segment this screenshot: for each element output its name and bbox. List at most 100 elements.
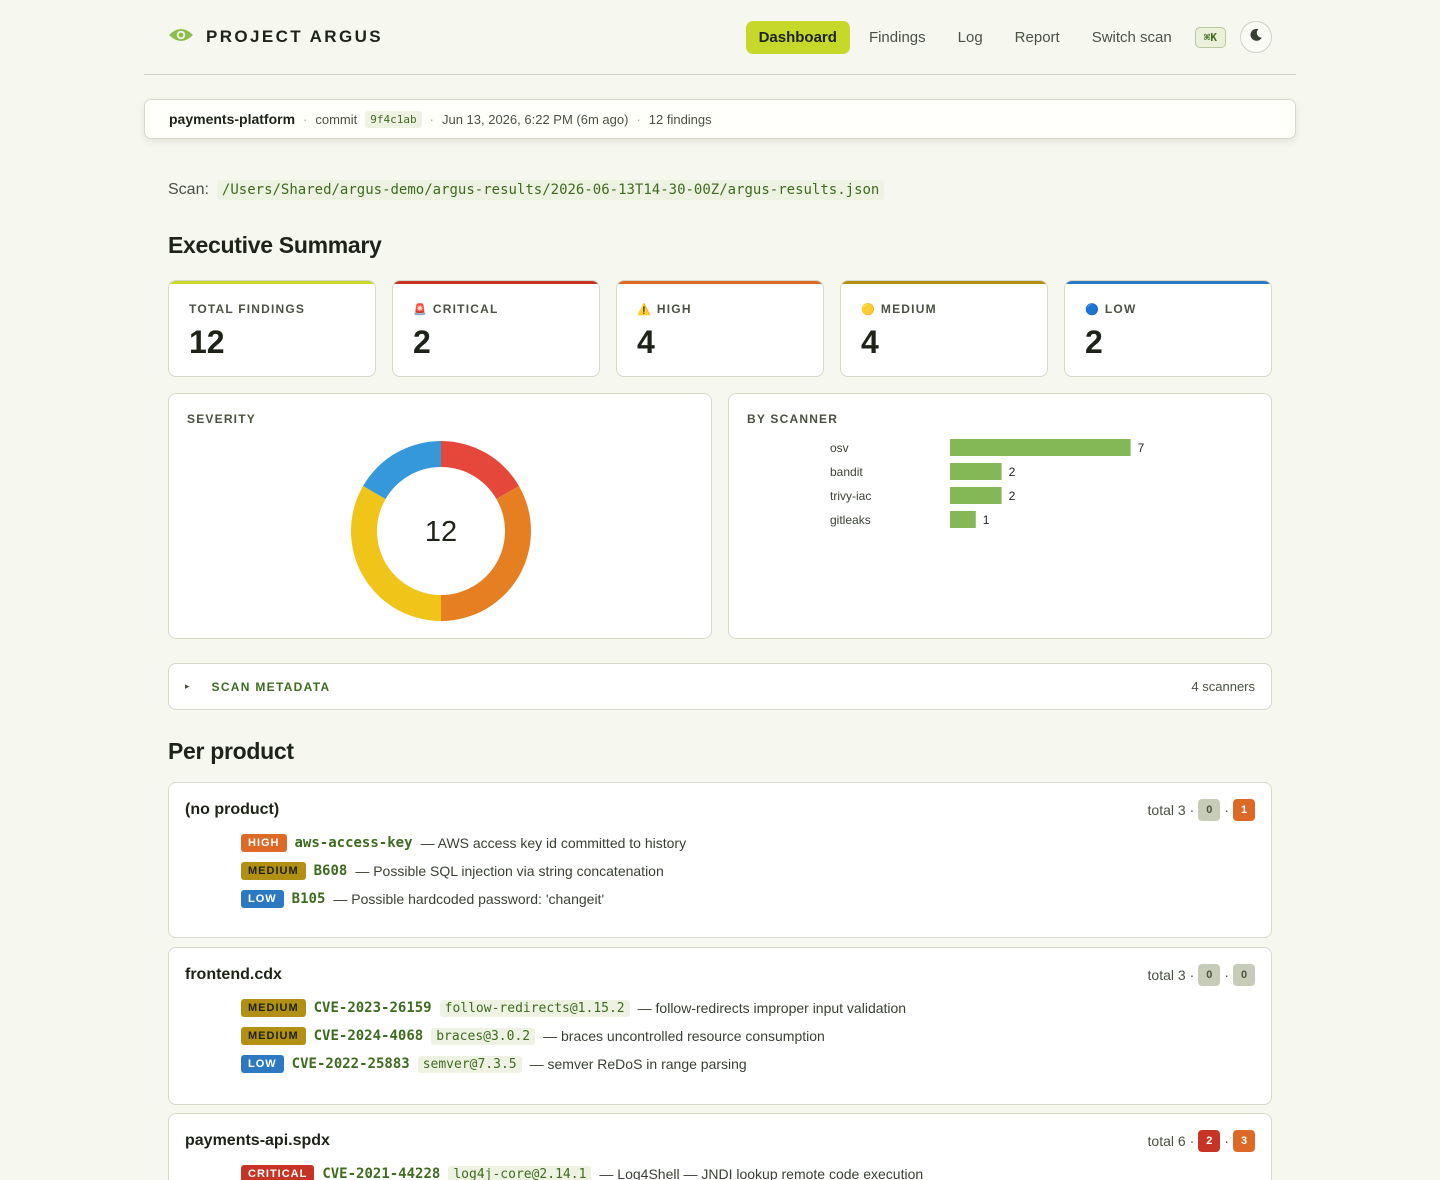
commit-label: commit — [315, 111, 358, 127]
nav-dashboard[interactable]: Dashboard — [745, 20, 850, 54]
donut-slice-high — [441, 486, 531, 621]
finding-row[interactable]: MEDIUM CVE-2023-26159 follow-redirects@1… — [241, 998, 1255, 1018]
bar-label-trivy-iac: trivy-iac — [830, 489, 871, 503]
bar-label-osv: osv — [830, 441, 849, 455]
scan-metadata-toggle[interactable]: ▸ SCAN METADATA 4 scanners — [168, 663, 1272, 710]
product-totals: total 3 · 0 · 1 — [1148, 799, 1255, 821]
stat-label: TOTAL FINDINGS — [189, 302, 306, 316]
stat-label: MEDIUM — [880, 302, 937, 316]
finding-row[interactable]: CRITICAL CVE-2021-44228 log4j-core@2.14.… — [241, 1164, 1255, 1180]
card-accent — [841, 281, 1047, 284]
severity-badge: MEDIUM — [241, 862, 306, 880]
finding-row[interactable]: MEDIUM B608 — Possible SQL injection via… — [241, 861, 1255, 881]
executive-summary-heading: Executive Summary — [168, 232, 382, 258]
siren-icon: 🚨 — [413, 303, 428, 316]
bar-trivy-iac — [950, 487, 1002, 504]
high-count-chip: 1 — [1233, 799, 1255, 821]
package-chip: braces@3.0.2 — [431, 1027, 536, 1045]
stat-label-row: 🔵 LOW — [1085, 302, 1251, 316]
stat-value: 4 — [637, 324, 655, 360]
donut-slice-critical — [441, 441, 519, 499]
critical-count-chip: 2 — [1198, 1130, 1221, 1152]
package-chip: follow-redirects@1.15.2 — [439, 999, 630, 1017]
severity-badge: CRITICAL — [241, 1165, 315, 1180]
separator: · — [1224, 967, 1229, 983]
bar-osv — [950, 439, 1131, 456]
finding-desc: — follow-redirects improper input valida… — [637, 1000, 907, 1016]
severity-badge: MEDIUM — [241, 1027, 306, 1045]
bar-value-bandit: 2 — [1009, 465, 1016, 479]
finding-list: HIGH aws-access-key — AWS access key id … — [185, 833, 1255, 909]
finding-list: MEDIUM CVE-2023-26159 follow-redirects@1… — [185, 998, 1255, 1074]
finding-desc: — Possible SQL injection via string conc… — [355, 863, 664, 879]
nav-findings[interactable]: Findings — [856, 21, 939, 54]
bar-value-osv: 7 — [1138, 441, 1145, 455]
separator: · — [636, 111, 641, 127]
stat-card-total: TOTAL FINDINGS 12 — [168, 280, 376, 377]
product-header: payments-api.spdx total 6 · 2 · 3 — [185, 1130, 1255, 1152]
bar-label-bandit: bandit — [830, 465, 863, 479]
finding-row[interactable]: LOW CVE-2022-25883 semver@7.3.5 — semver… — [241, 1054, 1255, 1074]
product-header: (no product) total 3 · 0 · 1 — [185, 799, 1255, 821]
scan-path-value: /Users/Shared/argus-demo/argus-results/2… — [216, 180, 885, 200]
brand[interactable]: PROJECT ARGUS — [168, 26, 383, 49]
product-card: payments-api.spdx total 6 · 2 · 3 CRITIC… — [168, 1113, 1272, 1180]
separator: · — [1189, 802, 1195, 818]
nav-log[interactable]: Log — [945, 21, 996, 54]
stat-value: 2 — [413, 324, 431, 360]
stat-label: CRITICAL — [432, 302, 499, 316]
finding-id[interactable]: aws-access-key — [295, 835, 413, 851]
separator: · — [429, 111, 434, 127]
nav-report[interactable]: Report — [1002, 21, 1073, 54]
nav-switch-scan[interactable]: Switch scan — [1079, 21, 1185, 54]
product-total: total 6 — [1147, 1133, 1186, 1149]
caret-right-icon: ▸ — [185, 681, 190, 691]
stat-card-medium: 🟡 MEDIUM 4 — [840, 280, 1048, 377]
stat-value: 4 — [861, 324, 879, 360]
finding-id[interactable]: CVE-2023-26159 — [314, 1000, 432, 1016]
finding-desc: — AWS access key id committed to history — [420, 835, 687, 851]
finding-id[interactable]: B608 — [314, 863, 348, 879]
bar-gitleaks — [950, 511, 976, 528]
findings-count: 12 findings — [648, 111, 712, 127]
high-count-chip: 3 — [1233, 1130, 1255, 1152]
warning-icon: ⚠️ — [637, 303, 652, 316]
separator: · — [1224, 802, 1229, 818]
main-nav: Dashboard Findings Log Report Switch sca… — [745, 20, 1272, 54]
stat-value: 12 — [189, 324, 225, 360]
command-palette-shortcut[interactable]: ⌘K — [1194, 26, 1226, 48]
finding-id[interactable]: B105 — [292, 891, 326, 907]
package-chip: log4j-core@2.14.1 — [448, 1165, 592, 1180]
finding-id[interactable]: CVE-2022-25883 — [292, 1056, 410, 1072]
critical-count-chip: 0 — [1198, 799, 1221, 821]
stat-card-low: 🔵 LOW 2 — [1064, 280, 1272, 377]
finding-row[interactable]: LOW B105 — Possible hardcoded password: … — [241, 889, 1255, 909]
finding-desc: — semver ReDoS in range parsing — [529, 1056, 747, 1072]
product-name: frontend.cdx — [185, 966, 282, 983]
finding-row[interactable]: MEDIUM CVE-2024-4068 braces@3.0.2 — brac… — [241, 1026, 1255, 1046]
repo-name: payments-platform — [169, 111, 296, 127]
stat-label-row: 🚨 CRITICAL — [413, 302, 579, 316]
theme-toggle-button[interactable] — [1240, 21, 1272, 53]
separator: · — [1189, 967, 1195, 983]
severity-badge: MEDIUM — [241, 999, 306, 1017]
finding-id[interactable]: CVE-2024-4068 — [314, 1028, 424, 1044]
separator: · — [1224, 1133, 1229, 1149]
panel-title: SEVERITY — [187, 412, 256, 426]
finding-list: CRITICAL CVE-2021-44228 log4j-core@2.14.… — [185, 1164, 1255, 1180]
blue-circle-icon: 🔵 — [1085, 303, 1100, 316]
stat-value: 2 — [1085, 324, 1103, 360]
finding-id[interactable]: CVE-2021-44228 — [322, 1166, 440, 1180]
donut-slice-low — [363, 441, 441, 499]
moon-icon — [1249, 28, 1263, 47]
separator: · — [1189, 1133, 1195, 1149]
finding-desc: — Possible hardcoded password: 'changeit… — [333, 891, 605, 907]
package-chip: semver@7.3.5 — [417, 1055, 522, 1073]
commit-hash: 9f4c1ab — [365, 110, 422, 128]
scanner-count: 4 scanners — [1191, 679, 1255, 694]
eye-icon — [168, 26, 194, 49]
card-accent — [617, 281, 823, 284]
scan-time: Jun 13, 2026, 6:22 PM (6m ago) — [441, 111, 629, 127]
card-accent — [393, 281, 599, 284]
finding-row[interactable]: HIGH aws-access-key — AWS access key id … — [241, 833, 1255, 853]
